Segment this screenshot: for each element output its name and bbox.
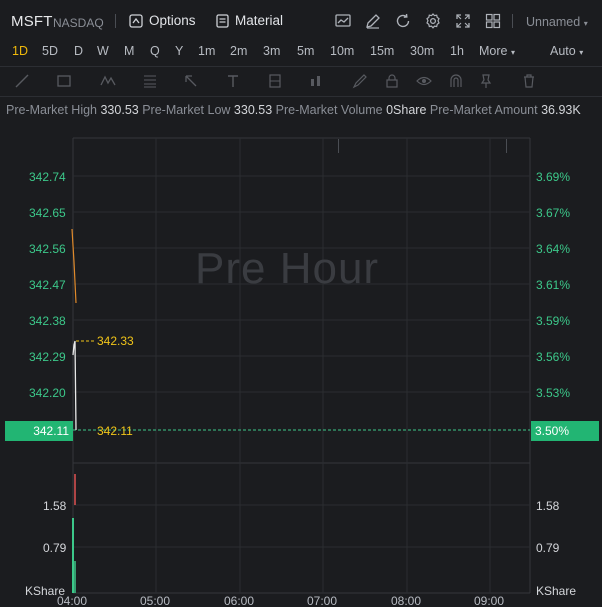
current-percent-tag: 3.50% [531,421,599,441]
price-tick: 342.29 [29,350,66,364]
price-tick: 342.38 [29,314,66,328]
time-tick: 07:00 [307,594,338,607]
volume-tick-right: 0.79 [536,541,560,555]
percent-tick: 3.64% [536,242,571,256]
current-price-annotation: 342.11 [97,424,133,438]
session-watermark: Pre Hour [195,244,380,293]
time-tick: 08:00 [391,594,422,607]
current-price-tag: 342.11 [5,421,73,441]
percent-tick: 3.61% [536,278,571,292]
time-tick: 04:00 [57,594,88,607]
volume-unit-right: KShare [536,584,577,598]
percent-tick: 3.56% [536,350,571,364]
horizontal-gridlines [73,175,530,548]
chart-border [72,137,531,594]
percent-tick: 3.59% [536,314,571,328]
price-tick: 342.47 [29,278,66,292]
price-tick: 342.20 [29,386,66,400]
volume-tick-left: 1.58 [43,499,67,513]
time-tick: 05:00 [140,594,171,607]
price-tick: 342.56 [29,242,66,256]
percent-tick: 3.67% [536,206,571,220]
percent-tick: 3.53% [536,386,571,400]
price-tick: 342.74 [29,170,66,184]
percent-tick: 3.69% [536,170,571,184]
vertical-gridlines [155,138,491,593]
price-tick: 342.65 [29,206,66,220]
volume-tick-left: 0.79 [43,541,67,555]
high-price-annotation: 342.33 [97,334,134,348]
time-tick: 06:00 [224,594,255,607]
time-tick: 09:00 [474,594,505,607]
volume-tick-right: 1.58 [536,499,560,513]
chart-canvas[interactable] [0,0,602,607]
